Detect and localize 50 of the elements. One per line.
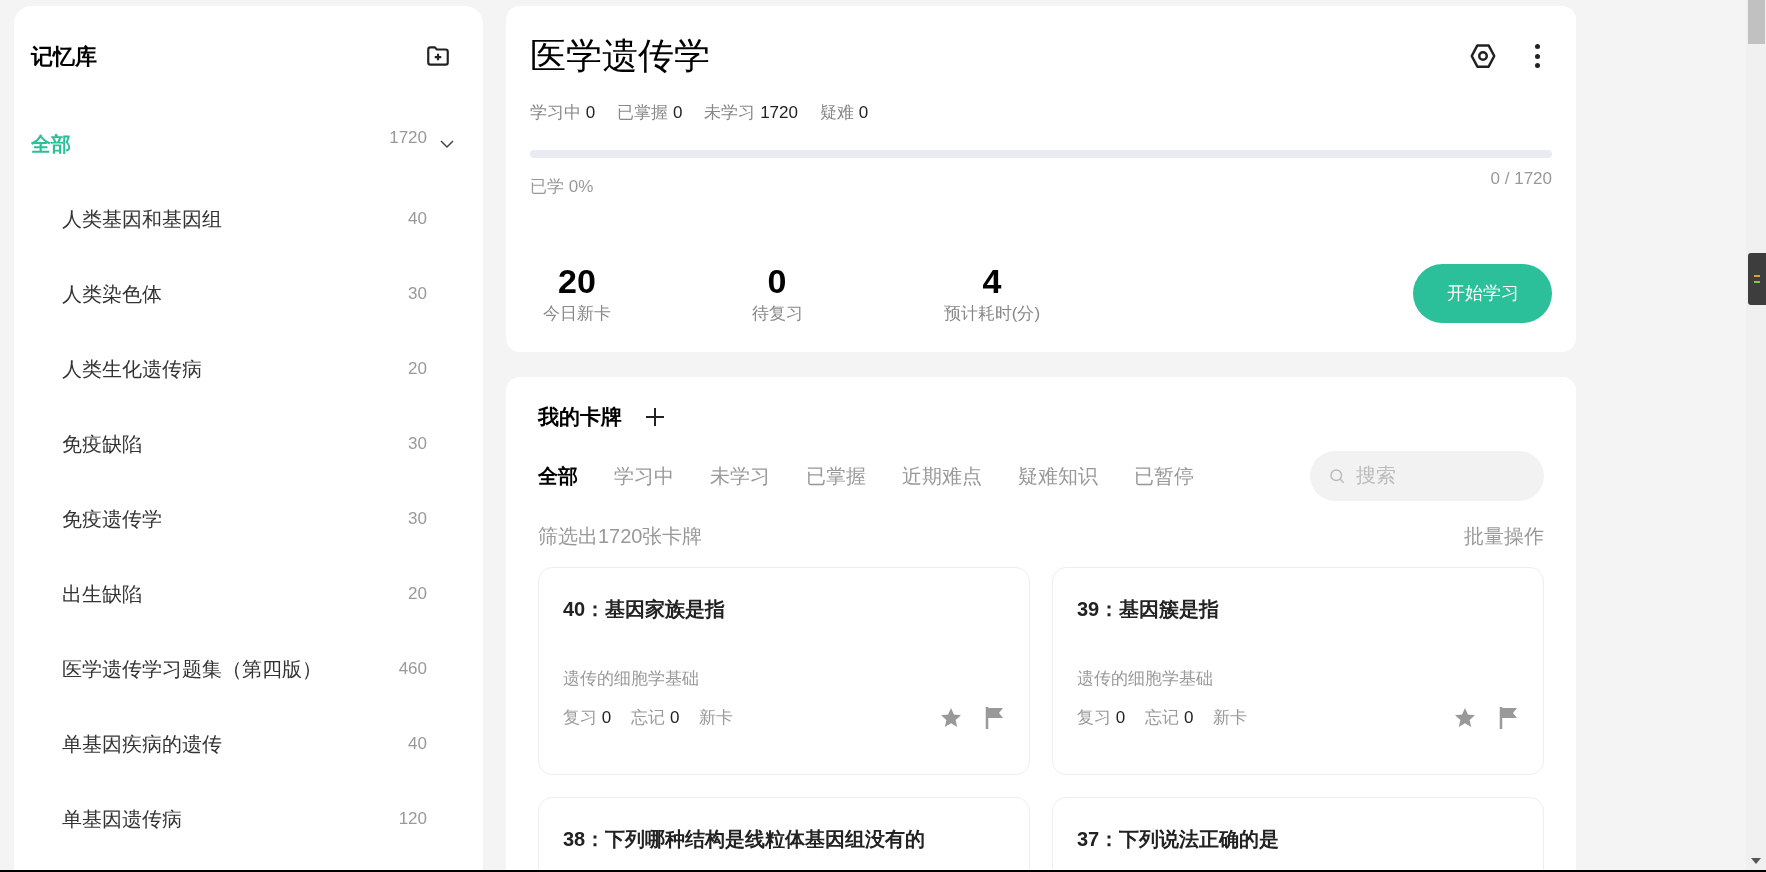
forget-count: 忘记 0 (1145, 707, 1194, 729)
sidebar-item[interactable]: 免疫缺陷 30 (14, 406, 483, 481)
sidebar-item[interactable]: 医学遗传学习题集（第四版） 460 (14, 631, 483, 706)
card-category: 遗传的细胞学基础 (1077, 667, 1214, 690)
card-title: 37：下列说法正确的是 (1077, 826, 1281, 852)
add-folder-button[interactable] (425, 43, 451, 69)
side-widget-drawing (1748, 253, 1766, 305)
filter-count-text: 筛选出1720张卡牌 (538, 523, 703, 549)
sidebar-item[interactable]: 人类生化遗传病 20 (14, 331, 483, 406)
summary-value: 4 (982, 261, 1002, 301)
summary-label: 待复习 (751, 303, 803, 325)
stat-text: 疑难 0 (819, 102, 869, 124)
summary-label: 预计耗时(分) (943, 303, 1041, 325)
stat-text: 未学习 1720 (704, 102, 798, 124)
scrollbar-thumb[interactable] (1748, 0, 1765, 44)
review-count: 复习 0 (1077, 707, 1126, 729)
progress-count: 0 / 1720 (1490, 167, 1552, 190)
search-icon (1328, 466, 1346, 485)
flag-icon[interactable] (985, 705, 1005, 730)
card-title: 38：下列哪种结构是线粒体基因组没有的 (563, 826, 927, 852)
sidebar-item[interactable]: 人类染色体 30 (14, 256, 483, 331)
sidebar-title: 记忆库 (31, 42, 97, 71)
summary-value: 20 (558, 261, 596, 301)
filter-tab[interactable]: 全部 (538, 460, 578, 491)
sidebar-item[interactable]: 免疫遗传学 30 (14, 481, 483, 556)
review-count: 复习 0 (563, 707, 612, 729)
forget-count: 忘记 0 (631, 707, 680, 729)
summary-label: 今日新卡 (543, 303, 611, 325)
card-title: 39：基因簇是指 (1077, 596, 1221, 622)
card-status-tag: 新卡 (1213, 705, 1453, 731)
sidebar-item[interactable]: 单基因疾病的遗传 40 (14, 706, 483, 781)
settings-icon[interactable] (1468, 41, 1498, 71)
progress-label: 已学 0% (530, 175, 594, 198)
card-status-tag: 新卡 (699, 705, 939, 731)
stat-text: 已掌握 0 (617, 102, 683, 124)
card-title: 40：基因家族是指 (563, 596, 727, 622)
sidebar-item[interactable]: 单基因遗传病 120 (14, 781, 483, 856)
scrollbar[interactable] (1746, 0, 1766, 870)
sidebar-item[interactable]: 人类基因和基因组 40 (14, 181, 483, 256)
flashcard[interactable]: 40：基因家族是指 遗传的细胞学基础 复习 0 忘记 0 新卡 (538, 566, 1030, 775)
flag-icon[interactable] (1499, 705, 1519, 730)
card-category: 遗传的细胞学基础 (563, 667, 700, 690)
deck-title: 医学遗传学 (530, 34, 710, 78)
sidebar-item[interactable]: 出生缺陷 20 (14, 556, 483, 631)
flashcard[interactable]: 39：基因簇是指 遗传的细胞学基础 复习 0 忘记 0 新卡 (1052, 566, 1544, 775)
summary-value: 0 (767, 261, 787, 301)
stat-text: 学习中 0 (530, 102, 596, 124)
section-title: 我的卡牌 (538, 404, 622, 430)
add-icon[interactable] (644, 405, 666, 428)
scroll-down-arrow-icon[interactable] (1751, 858, 1761, 864)
